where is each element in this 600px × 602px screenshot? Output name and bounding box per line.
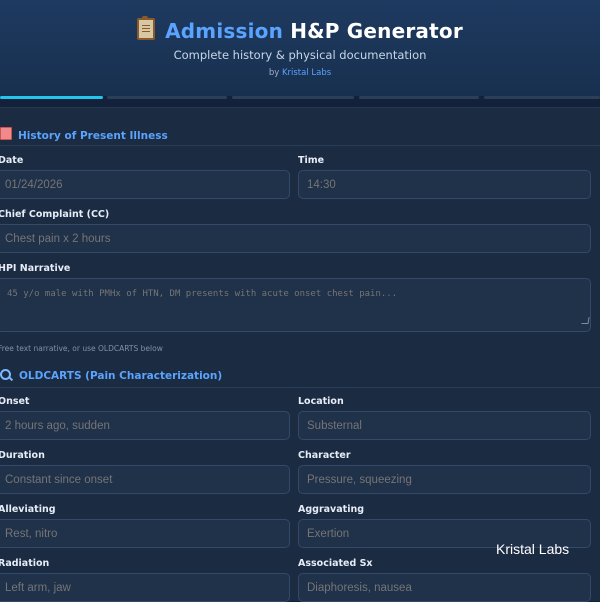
location-input[interactable]: [298, 411, 591, 440]
date-input[interactable]: [0, 170, 290, 199]
title-accent-text: Admission: [165, 19, 284, 43]
title-rest-text: H&P Generator: [290, 19, 463, 43]
progress-step-1[interactable]: [0, 96, 103, 99]
oldcarts-section-title: OLDCARTS (Pain Characterization): [0, 369, 222, 382]
clipboard-pad-icon: [0, 127, 12, 140]
watermark: Kristal Labs: [496, 541, 570, 557]
time-label: Time: [298, 155, 325, 166]
alleviating-input[interactable]: [0, 519, 290, 548]
oldcarts-section-title-text: OLDCARTS (Pain Characterization): [19, 370, 223, 382]
textarea-resize-handle[interactable]: [581, 317, 590, 324]
hpi-section-title: History of Present Illness: [0, 127, 168, 142]
duration-input[interactable]: [0, 465, 290, 494]
hpi-narrative-label: HPI Narrative: [0, 263, 71, 274]
chief-complaint-label: Chief Complaint (CC): [0, 209, 110, 220]
onset-input[interactable]: [0, 411, 290, 440]
page-subtitle: Complete history & physical documentatio…: [173, 48, 427, 62]
byline-brand-link[interactable]: Kristal Labs: [282, 68, 331, 78]
progress-step-3[interactable]: [232, 96, 354, 99]
character-label: Character: [298, 450, 351, 461]
associated-sx-input[interactable]: [298, 573, 591, 602]
app-header: Admission H&P Generator Complete history…: [0, 0, 600, 96]
step-progress-bar: [0, 96, 600, 99]
radiation-label: Radiation: [0, 558, 50, 569]
date-label: Date: [0, 155, 24, 166]
progress-step-5[interactable]: [484, 96, 600, 99]
character-input[interactable]: [298, 465, 591, 494]
section-divider: [0, 145, 600, 146]
onset-label: Onset: [0, 396, 30, 407]
time-input[interactable]: [298, 170, 591, 199]
hpi-narrative-textarea[interactable]: [0, 278, 591, 332]
duration-label: Duration: [0, 450, 45, 461]
hpi-narrative-hint: Free text narrative, or use OLDCARTS bel…: [0, 344, 163, 353]
byline: by Kristal Labs: [0, 68, 600, 78]
clipboard-icon: [137, 16, 156, 40]
location-label: Location: [298, 396, 344, 407]
radiation-input[interactable]: [0, 573, 290, 602]
chief-complaint-input[interactable]: [0, 224, 591, 253]
hpi-section-title-text: History of Present Illness: [18, 130, 168, 142]
progress-step-4[interactable]: [359, 96, 479, 99]
magnifier-icon: [0, 369, 11, 380]
page-title: Admission H&P Generator: [0, 16, 600, 43]
aggravating-label: Aggravating: [298, 504, 365, 515]
alleviating-label: Alleviating: [0, 504, 56, 515]
progress-step-2[interactable]: [107, 96, 227, 99]
section-divider: [0, 387, 600, 388]
byline-prefix: by: [268, 68, 280, 78]
associated-sx-label: Associated Sx: [298, 558, 373, 569]
